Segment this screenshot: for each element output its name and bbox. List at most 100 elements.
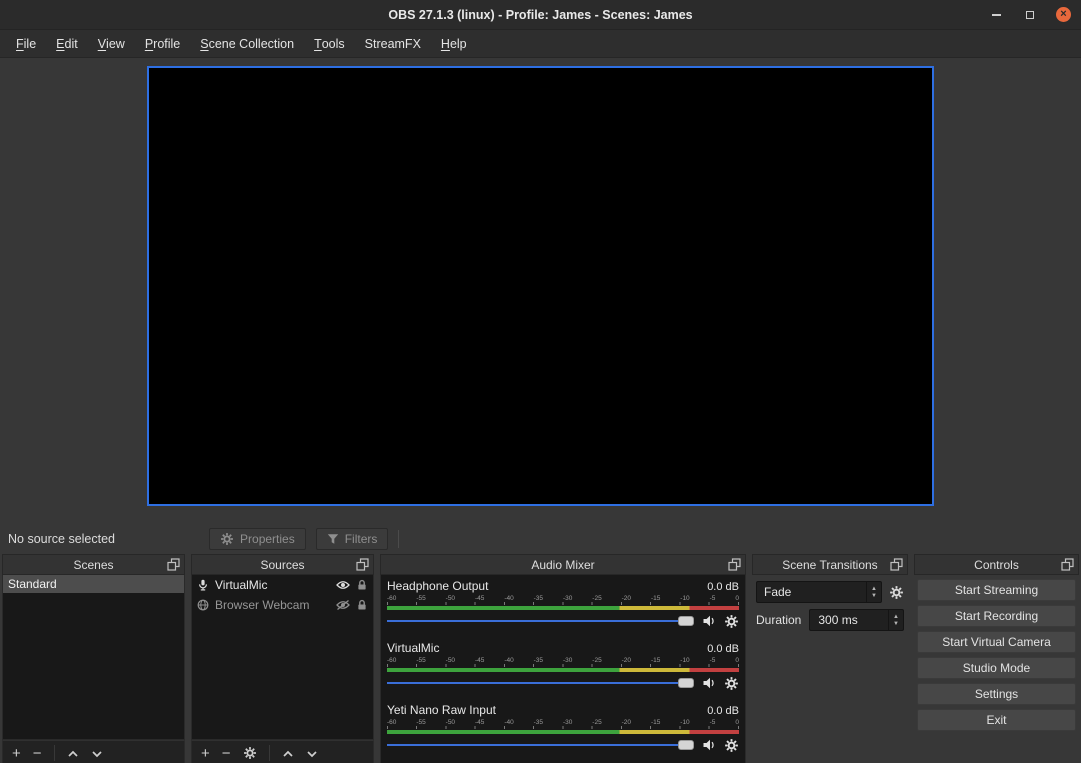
- close-button[interactable]: ×: [1056, 7, 1071, 22]
- db-tick-label: -25: [592, 719, 601, 726]
- menu-edit[interactable]: Edit: [46, 30, 88, 57]
- filters-label: Filters: [345, 532, 378, 546]
- move-scene-up-button[interactable]: [67, 748, 79, 758]
- db-tick-label: -25: [592, 595, 601, 602]
- start-recording-button[interactable]: Start Recording: [917, 605, 1076, 627]
- db-tick-label: -60: [387, 657, 396, 664]
- preview-canvas[interactable]: [147, 66, 934, 506]
- slider-handle[interactable]: [678, 616, 694, 626]
- remove-source-button[interactable]: −: [222, 746, 231, 761]
- studio-mode-button[interactable]: Studio Mode: [917, 657, 1076, 679]
- mixer-channel-yeti-nano: Yeti Nano Raw Input 0.0 dB -60-55-50-45-…: [387, 703, 739, 752]
- duration-spinbox[interactable]: 300 ms ▲ ▼: [809, 609, 904, 631]
- toolbar-separator: [54, 745, 55, 761]
- no-source-label: No source selected: [8, 532, 115, 546]
- slider-handle[interactable]: [678, 678, 694, 688]
- volume-slider[interactable]: [387, 676, 694, 690]
- db-tick-label: -30: [563, 719, 572, 726]
- sources-dock-title: Sources: [260, 558, 304, 572]
- mixer-channel-headphone-output: Headphone Output 0.0 dB -60-55-50-45-40-…: [387, 579, 739, 628]
- duration-spin-arrows[interactable]: ▲ ▼: [888, 610, 903, 630]
- scenes-list: Standard: [2, 575, 185, 740]
- source-item-browser-webcam[interactable]: Browser Webcam: [192, 595, 373, 615]
- db-ruler: [387, 664, 739, 667]
- settings-button[interactable]: Settings: [917, 683, 1076, 705]
- lock-icon[interactable]: [356, 599, 368, 611]
- source-item-virtualmic[interactable]: VirtualMic: [192, 575, 373, 595]
- popout-icon[interactable]: [728, 558, 741, 571]
- channel-gear-icon[interactable]: [724, 614, 739, 629]
- audio-mixer-dock-title: Audio Mixer: [531, 558, 594, 572]
- scene-transitions-dock-title: Scene Transitions: [782, 558, 877, 572]
- move-scene-down-button[interactable]: [91, 748, 103, 758]
- visibility-eye-off-icon[interactable]: [336, 600, 350, 610]
- channel-gear-icon[interactable]: [724, 738, 739, 753]
- db-tick-label: -40: [504, 595, 513, 602]
- menu-tools[interactable]: Tools: [304, 30, 355, 57]
- db-tick-label: -55: [416, 719, 425, 726]
- volume-meter: [387, 668, 739, 672]
- lock-icon[interactable]: [356, 579, 368, 591]
- dock-row: Scenes Standard + − Sources VirtualMic: [0, 554, 1081, 763]
- db-tick-label: -60: [387, 595, 396, 602]
- speaker-icon[interactable]: [702, 738, 716, 752]
- db-tick-label: -20: [622, 719, 631, 726]
- scene-item-standard[interactable]: Standard: [3, 575, 184, 593]
- volume-slider[interactable]: [387, 614, 694, 628]
- filters-button[interactable]: Filters: [316, 528, 389, 550]
- channel-gear-icon[interactable]: [724, 676, 739, 691]
- popout-icon[interactable]: [1061, 558, 1074, 571]
- db-tick-label: -15: [651, 719, 660, 726]
- transition-select[interactable]: Fade ▲ ▼: [756, 581, 882, 603]
- window-title: OBS 27.1.3 (linux) - Profile: James - Sc…: [0, 8, 1081, 22]
- scenes-dock: Scenes Standard + −: [2, 554, 185, 763]
- transition-properties-gear-icon[interactable]: [889, 585, 904, 600]
- move-source-down-button[interactable]: [306, 748, 318, 758]
- menu-profile[interactable]: Profile: [135, 30, 190, 57]
- db-tick-label: -5: [710, 657, 716, 664]
- remove-scene-button[interactable]: −: [33, 746, 42, 761]
- menu-scene-collection[interactable]: Scene Collection: [190, 30, 304, 57]
- speaker-icon[interactable]: [702, 676, 716, 690]
- controls-body: Start Streaming Start Recording Start Vi…: [914, 575, 1079, 763]
- spin-down-icon: ▼: [893, 621, 899, 627]
- db-tick-label: -60: [387, 719, 396, 726]
- volume-meter: [387, 606, 739, 610]
- db-tick-label: -50: [446, 719, 455, 726]
- speaker-icon[interactable]: [702, 614, 716, 628]
- menu-file[interactable]: File: [6, 30, 46, 57]
- db-scale: -60-55-50-45-40-35-30-25-20-15-10-50: [387, 657, 739, 664]
- spin-down-icon: ▼: [871, 593, 877, 599]
- popout-icon[interactable]: [167, 558, 180, 571]
- volume-slider[interactable]: [387, 738, 694, 752]
- db-tick-label: -35: [534, 595, 543, 602]
- minimize-button[interactable]: [988, 7, 1004, 23]
- start-virtual-camera-button[interactable]: Start Virtual Camera: [917, 631, 1076, 653]
- visibility-eye-icon[interactable]: [336, 580, 350, 590]
- db-tick-label: -10: [680, 719, 689, 726]
- menu-streamfx[interactable]: StreamFX: [355, 30, 431, 57]
- start-streaming-button[interactable]: Start Streaming: [917, 579, 1076, 601]
- maximize-button[interactable]: [1022, 7, 1038, 23]
- filter-icon: [327, 533, 339, 545]
- duration-label: Duration: [756, 613, 801, 627]
- exit-button[interactable]: Exit: [917, 709, 1076, 731]
- db-ruler: [387, 602, 739, 605]
- add-source-button[interactable]: +: [201, 746, 210, 761]
- db-tick-label: -25: [592, 657, 601, 664]
- sources-dock-header: Sources: [191, 554, 374, 575]
- transition-select-arrows[interactable]: ▲ ▼: [866, 582, 881, 602]
- slider-track: [387, 744, 694, 746]
- source-properties-gear-icon[interactable]: [243, 746, 257, 760]
- slider-handle[interactable]: [678, 740, 694, 750]
- db-tick-label: -30: [563, 657, 572, 664]
- move-source-up-button[interactable]: [282, 748, 294, 758]
- properties-button[interactable]: Properties: [209, 528, 306, 550]
- add-scene-button[interactable]: +: [12, 746, 21, 761]
- popout-icon[interactable]: [356, 558, 369, 571]
- duration-value: 300 ms: [818, 613, 888, 627]
- menu-help[interactable]: Help: [431, 30, 477, 57]
- menu-view[interactable]: View: [88, 30, 135, 57]
- globe-icon: [197, 599, 209, 611]
- popout-icon[interactable]: [890, 558, 903, 571]
